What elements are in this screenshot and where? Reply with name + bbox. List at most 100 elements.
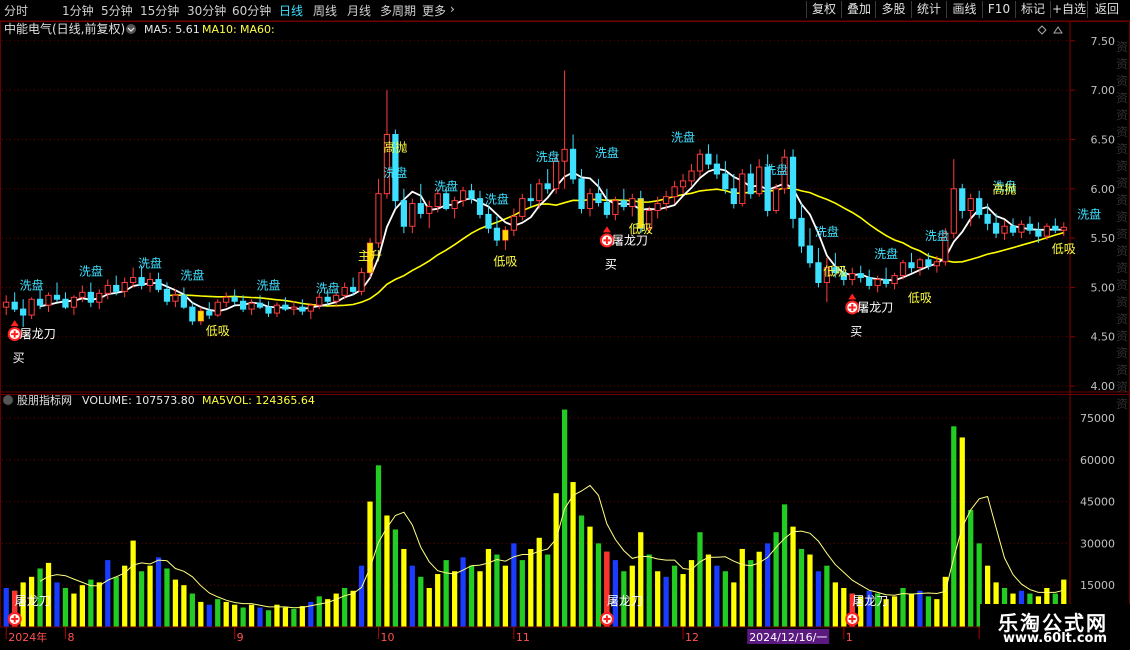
candle-body [79, 291, 86, 298]
volume-bar [384, 515, 390, 627]
candle-body [53, 294, 61, 300]
candle-body [519, 198, 526, 217]
period-tab-7[interactable]: 周线 [313, 2, 337, 19]
period-tab-4[interactable]: 30分钟 [187, 2, 226, 19]
right-side-text: 资 [1116, 329, 1128, 343]
diamond-icon[interactable] [1037, 25, 1047, 35]
candle-body [113, 284, 120, 292]
volume-bar [815, 571, 822, 627]
period-tab-0[interactable]: 分时 [4, 2, 28, 19]
candle-body [1009, 225, 1017, 233]
period-toolbar: 分时 1分钟 5分钟 15分钟 30分钟 60分钟 日线 周线 月线 多周期 更多 › 复权 叠加 多股 统计… [0, 0, 1130, 21]
candle-body [849, 273, 856, 281]
trade-signal-label: 低吸 [493, 255, 517, 269]
tool-button-6[interactable]: 标记 [1015, 1, 1050, 18]
candle-body [189, 306, 196, 322]
tool-button-3[interactable]: 统计 [911, 1, 946, 18]
candle-body [696, 153, 704, 172]
price-tick-label: 5.00 [1091, 281, 1116, 294]
tool-button-8[interactable]: 返回 [1087, 1, 1126, 18]
candle-body [772, 188, 780, 211]
volume-bar [528, 548, 534, 627]
candle-body [443, 193, 450, 209]
candle-body [663, 196, 670, 205]
date-label: 10 [380, 631, 394, 644]
tool-button-0[interactable]: 复权 [806, 1, 841, 18]
volume-bar [358, 565, 365, 627]
wash-signal-label: 洗盘 [485, 192, 509, 207]
right-side-text: 资 [1116, 91, 1128, 105]
tool-button-2[interactable]: 多股 [875, 1, 911, 18]
period-tab-9[interactable]: 多周期 [380, 2, 416, 19]
tool-button-5[interactable]: F10 [982, 1, 1015, 18]
volume-bar [891, 596, 898, 627]
period-tab-5[interactable]: 60分钟 [232, 2, 271, 19]
volume-bar [274, 604, 280, 627]
volume-bar [316, 596, 322, 627]
highlight-candle [198, 311, 204, 321]
chevron-down-icon[interactable] [126, 24, 136, 34]
candle-body [28, 298, 35, 316]
candle-body [950, 188, 957, 234]
candle-body [434, 193, 441, 208]
wash-signal-label: 洗盘 [671, 129, 695, 144]
candle-body [916, 259, 924, 269]
volume-bar [198, 601, 204, 627]
volume-bar [265, 610, 272, 627]
candle-body [959, 188, 966, 211]
period-tab-10[interactable]: 更多 [422, 2, 446, 19]
period-tab-3[interactable]: 15分钟 [140, 2, 179, 19]
volume-tick-label: 15000 [1080, 579, 1115, 592]
candle-body [130, 277, 137, 283]
triangle-icon[interactable] [1053, 26, 1063, 34]
candle-body [146, 279, 154, 286]
buy-label: 买 [850, 324, 862, 338]
candle-body [400, 200, 407, 227]
buy-arrow-icon [602, 226, 611, 233]
candle-body [138, 277, 145, 286]
period-tab-2[interactable]: 5分钟 [101, 2, 133, 19]
volume-bar [113, 576, 119, 627]
volume-bar [781, 504, 788, 627]
candle-body [426, 206, 433, 214]
trade-signal-label: 低吸 [823, 265, 847, 279]
candle-body [739, 173, 746, 205]
candle-body [629, 198, 636, 208]
candle-body [1052, 225, 1059, 231]
right-side-text: 资 [1116, 142, 1128, 156]
wash-signal-label: 洗盘 [20, 277, 44, 292]
date-label: 12 [685, 631, 699, 644]
candle-body [87, 291, 94, 303]
wash-signal-label: 洗盘 [764, 162, 788, 177]
volume-bar [62, 587, 69, 627]
right-side-text: 资 [1116, 176, 1128, 190]
period-tab-1[interactable]: 1分钟 [62, 2, 94, 19]
chevron-right-icon[interactable]: › [450, 2, 455, 16]
volume-bar [951, 426, 957, 627]
volume-bar [105, 560, 111, 627]
volume-bar [477, 571, 483, 627]
tool-button-1[interactable]: 叠加 [841, 1, 876, 18]
stock-chart: 7.507.006.506.005.505.004.504.00资资资资资资资资… [0, 21, 1130, 644]
candle-body [163, 288, 171, 302]
volume-bar [282, 607, 289, 627]
price-tick-label: 7.00 [1091, 84, 1116, 97]
candle-body [36, 298, 44, 306]
candle-body [789, 156, 797, 219]
right-side-text: 资 [1116, 380, 1128, 394]
volume-bar [468, 565, 475, 627]
price-tick-label: 6.50 [1091, 133, 1116, 146]
candle-body [45, 294, 52, 306]
volume-bar [409, 565, 415, 627]
candle-body [553, 160, 560, 190]
tool-button-4[interactable]: 画线 [946, 1, 982, 18]
candle-body [417, 203, 424, 214]
period-tab-8[interactable]: 月线 [347, 2, 371, 19]
tool-button-7[interactable]: +自选 [1050, 1, 1087, 18]
chevron-down-icon[interactable] [3, 395, 13, 405]
candle-body [798, 217, 805, 247]
volume-bar [714, 565, 720, 627]
ma10-readout: MA10: [202, 23, 237, 36]
candle-body [815, 262, 822, 283]
period-tab-6[interactable]: 日线 [279, 2, 303, 19]
